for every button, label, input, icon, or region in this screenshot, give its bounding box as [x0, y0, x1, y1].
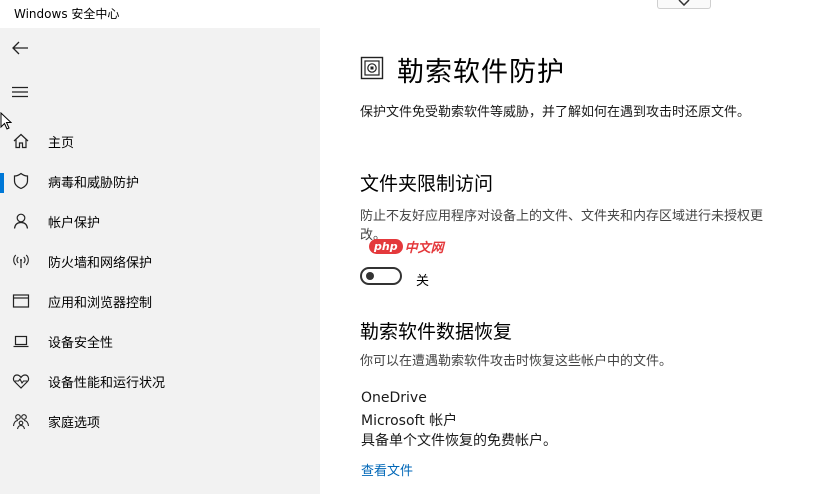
controlled-folder-heading: 文件夹限制访问 — [360, 173, 494, 195]
page-description: 保护文件免受勒索软件等威胁，并了解如何在遇到攻击时还原文件。 — [360, 105, 751, 120]
sidebar-item-family-options[interactable]: 家庭选项 — [0, 401, 320, 441]
sidebar-nav: 主页 病毒和威胁防护 帐户保护 防火墙和网络保护 应用和浏览器控制 设备安全性 … — [0, 121, 320, 441]
recovery-text: 你可以在遭遇勒索软件攻击时恢复这些帐户中的文件。 — [360, 354, 673, 369]
home-icon — [12, 132, 30, 150]
sidebar-item-label: 主页 — [48, 136, 75, 151]
sidebar-item-firewall[interactable]: 防火墙和网络保护 — [0, 241, 320, 281]
back-button[interactable] — [8, 36, 32, 60]
sidebar-item-label: 防火墙和网络保护 — [48, 256, 153, 271]
app-title: Windows 安全中心 — [14, 7, 120, 21]
toggle-state-label: 关 — [416, 274, 430, 289]
ransomware-icon — [360, 56, 384, 80]
chevron-down-button[interactable] — [657, 0, 711, 9]
sidebar-item-device-health[interactable]: 设备性能和运行状况 — [0, 361, 320, 401]
browser-window-icon — [12, 292, 30, 310]
account-type: Microsoft 帐户 — [361, 413, 458, 429]
hamburger-menu-button[interactable] — [8, 80, 32, 104]
recovery-heading: 勒索软件数据恢复 — [360, 321, 513, 343]
back-arrow-icon — [12, 41, 28, 55]
hamburger-icon — [12, 86, 28, 98]
shield-icon — [12, 172, 30, 190]
title-bar: Windows 安全中心 — [0, 0, 823, 28]
provider-name: OneDrive — [361, 390, 427, 406]
heart-pulse-icon — [12, 372, 30, 390]
sidebar-item-app-browser-control[interactable]: 应用和浏览器控制 — [0, 281, 320, 321]
sidebar-item-account-protection[interactable]: 帐户保护 — [0, 201, 320, 241]
sidebar-item-label: 应用和浏览器控制 — [48, 296, 153, 311]
watermark-php: php — [369, 238, 403, 254]
chevron-down-icon — [678, 0, 690, 6]
toggle-knob — [366, 272, 374, 280]
sidebar-item-label: 设备安全性 — [48, 336, 114, 351]
wifi-antenna-icon — [12, 252, 30, 270]
sidebar-item-device-security[interactable]: 设备安全性 — [0, 321, 320, 361]
person-icon — [12, 212, 30, 230]
laptop-icon — [12, 332, 30, 350]
sidebar: 主页 病毒和威胁防护 帐户保护 防火墙和网络保护 应用和浏览器控制 设备安全性 … — [0, 28, 320, 494]
sidebar-item-label: 病毒和威胁防护 — [48, 176, 140, 191]
view-files-link[interactable]: 查看文件 — [361, 460, 413, 479]
sidebar-item-label: 帐户保护 — [48, 216, 101, 231]
sidebar-item-virus-protection[interactable]: 病毒和威胁防护 — [0, 161, 320, 201]
main-content: 勒索软件防护 保护文件免受勒索软件等威胁，并了解如何在遇到攻击时还原文件。 文件… — [320, 28, 823, 494]
family-icon — [12, 412, 30, 430]
page-title: 勒索软件防护 — [397, 57, 565, 88]
account-plan: 具备单个文件恢复的免费帐户。 — [361, 433, 557, 449]
controlled-folder-text-line1: 防止不友好应用程序对设备上的文件、文件夹和内存区域进行未授权更 — [360, 209, 764, 224]
sidebar-item-label: 家庭选项 — [48, 416, 101, 431]
watermark-site: 中文网 — [404, 240, 444, 256]
sidebar-item-label: 设备性能和运行状况 — [48, 376, 166, 391]
sidebar-item-home[interactable]: 主页 — [0, 121, 320, 161]
controlled-folder-toggle[interactable] — [360, 267, 402, 285]
watermark-logo: php 中文网 — [369, 237, 444, 256]
